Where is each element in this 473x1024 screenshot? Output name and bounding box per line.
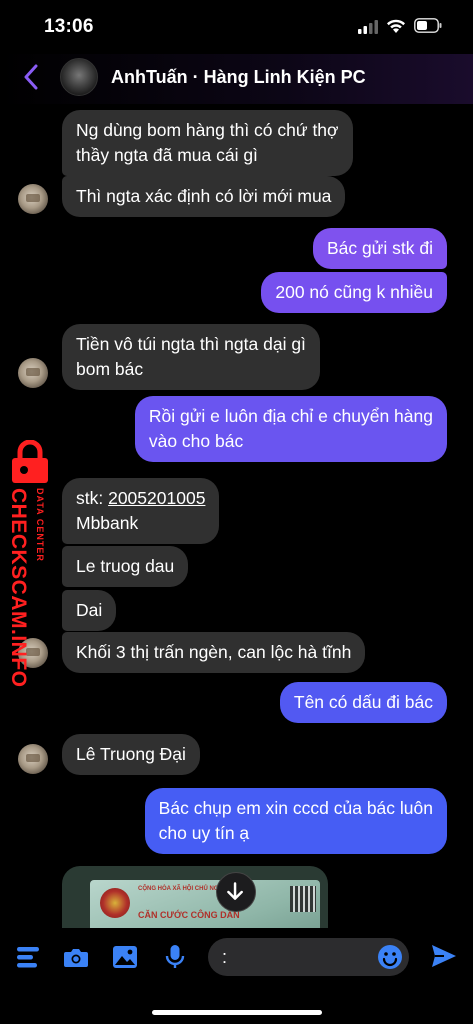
microphone-icon[interactable] (162, 944, 188, 970)
message-bubble-incoming[interactable]: Lê Truong Đại (62, 734, 200, 775)
message-text: Khối 3 thị trấn ngèn, can lộc hà tĩnh (76, 642, 352, 662)
message-bubble-outgoing[interactable]: Bác chụp em xin cccd của bác luôn cho uy… (144, 788, 447, 854)
message-bubble-incoming[interactable]: Le truog dau (62, 546, 189, 587)
message-bubble-outgoing[interactable]: Rồi gửi e luôn địa chỉ e chuyển hàng vào… (134, 396, 447, 462)
message-text: Le truog dau (76, 556, 175, 576)
watermark: CHECKSCAM.INFO DATA CENTER (4, 440, 50, 688)
message-text: 200 nó cũng k nhiều (275, 282, 433, 302)
message-list[interactable]: Ng dùng bom hàng thì có chứ thợ thầy ngt… (0, 104, 473, 946)
message-text: Bác gửi stk đi (326, 238, 433, 258)
message-text: Thì ngta xác định có lời mới mua (76, 186, 332, 206)
status-bar: 13:06 (0, 0, 473, 54)
qr-code-icon (290, 886, 316, 912)
send-icon[interactable] (430, 942, 458, 970)
message-input[interactable]: : (208, 938, 409, 976)
message-text: stk: 2005201005 (76, 486, 205, 511)
contact-avatar-small[interactable] (18, 358, 48, 388)
message-text: Dai (76, 600, 103, 620)
message-bubble-incoming[interactable]: stk: 2005201005 Mbbank (62, 478, 220, 544)
message-text: bom bác (76, 359, 144, 379)
composer-bar: : (0, 928, 473, 1024)
battery-icon (414, 18, 442, 33)
watermark-subtitle: DATA CENTER (35, 488, 45, 562)
emoji-icon[interactable] (377, 944, 403, 970)
message-bubble-incoming[interactable]: Ng dùng bom hàng thì có chứ thợ thầy ngt… (62, 110, 353, 176)
message-text: Rồi gửi e luôn địa chỉ e chuyển hàng (148, 406, 433, 426)
message-bubble-incoming[interactable]: Dai (62, 590, 117, 631)
account-number-link[interactable]: 2005201005 (108, 488, 205, 508)
message-bubble-outgoing[interactable]: 200 nó cũng k nhiều (261, 272, 447, 313)
message-bubble-incoming[interactable]: Thì ngta xác định có lời mới mua (62, 176, 346, 217)
home-indicator[interactable] (152, 1010, 322, 1015)
back-arrow-icon[interactable] (22, 64, 40, 90)
message-input-value: : (222, 947, 228, 967)
contact-avatar-small[interactable] (18, 184, 48, 214)
cellular-signal-icon (358, 20, 378, 34)
gallery-icon[interactable] (112, 944, 138, 970)
status-time: 13:06 (44, 16, 94, 37)
chat-header: AnhTuấn · Hàng Linh Kiện PC (0, 54, 473, 104)
scroll-to-bottom-button[interactable] (216, 872, 256, 912)
camera-icon[interactable] (63, 944, 89, 970)
watermark-brand: CHECKSCAM.INFO (7, 488, 30, 688)
wifi-icon (387, 19, 405, 33)
message-text: Tiền vô túi ngta thì ngta dại gì (76, 334, 306, 354)
contact-avatar-small[interactable] (18, 744, 48, 774)
id-card-title: CĂN CƯỚC CÔNG DÂN (138, 910, 240, 920)
message-bubble-outgoing[interactable]: Tên có dấu đi bác (279, 682, 447, 723)
message-text: cho uy tín ạ (158, 823, 250, 843)
lock-icon (12, 440, 48, 483)
arrow-down-icon (227, 882, 243, 900)
message-text: Bác chụp em xin cccd của bác luôn (158, 798, 433, 818)
message-text: Lê Truong Đại (76, 744, 186, 764)
menu-icon[interactable] (16, 944, 42, 970)
message-bubble-incoming[interactable]: Khối 3 thị trấn ngèn, can lộc hà tĩnh (62, 632, 366, 673)
message-text: Ng dùng bom hàng thì có chứ thợ (76, 120, 339, 140)
message-text: vào cho bác (148, 431, 244, 451)
message-text: thầy ngta đã mua cái gì (76, 145, 258, 165)
contact-name[interactable]: AnhTuấn · Hàng Linh Kiện PC (111, 67, 366, 88)
message-bubble-incoming[interactable]: Tiền vô túi ngta thì ngta dại gì bom bác (62, 324, 320, 390)
message-bubble-outgoing[interactable]: Bác gửi stk đi (312, 228, 447, 269)
message-text: stk: (76, 488, 109, 508)
contact-avatar[interactable] (60, 58, 98, 96)
message-text: Tên có dấu đi bác (293, 692, 433, 712)
national-emblem-icon (100, 888, 130, 918)
message-text: Mbbank (76, 513, 139, 533)
